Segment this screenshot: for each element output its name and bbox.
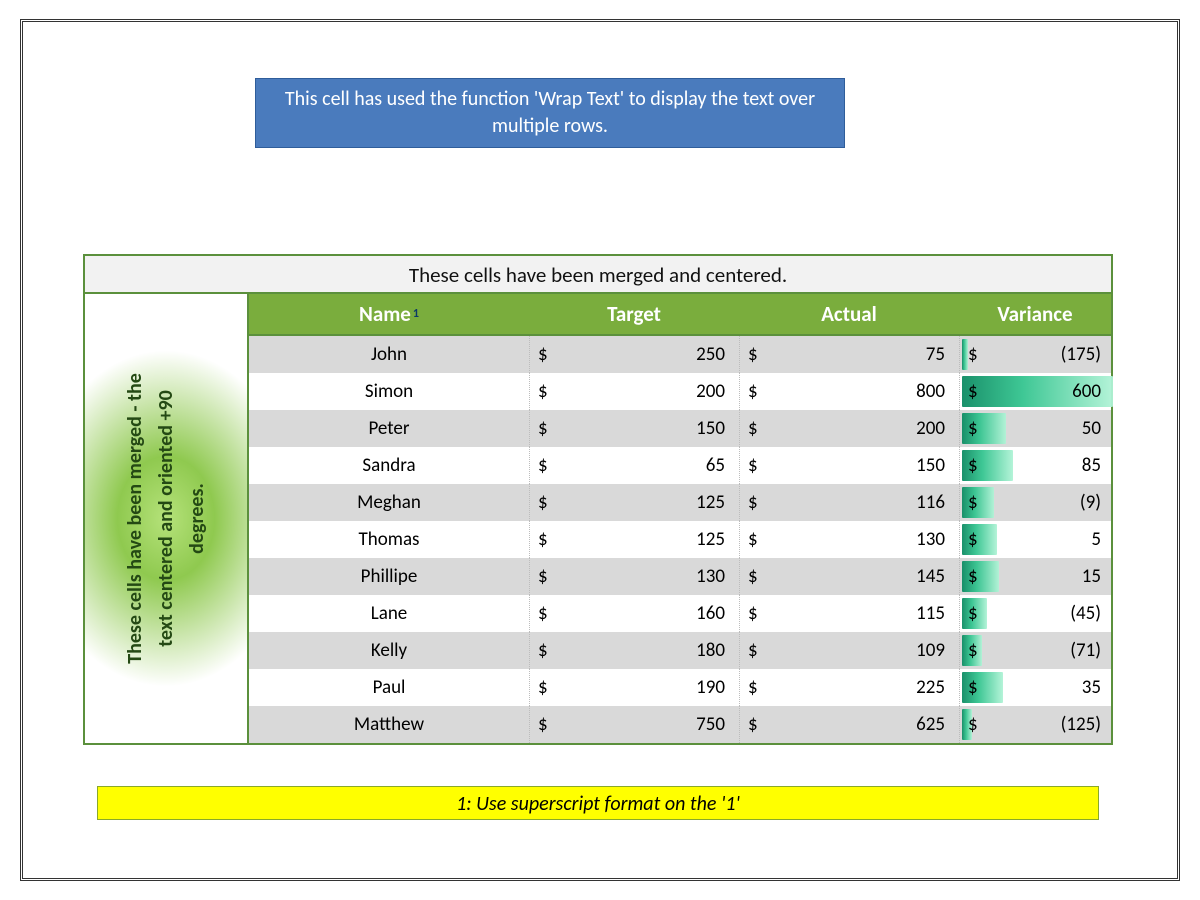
cell-actual[interactable]: $109 — [739, 632, 959, 669]
table-body: Name1 Target Actual Variance John$250$75… — [249, 294, 1111, 743]
header-name: Name1 — [249, 294, 529, 334]
header-name-label: Name — [359, 301, 411, 327]
table-row[interactable]: Kelly$180$109$(71) — [249, 632, 1111, 669]
cell-target[interactable]: $160 — [529, 595, 739, 632]
cell-name[interactable]: Meghan — [249, 484, 529, 521]
cell-variance[interactable]: $(71) — [959, 632, 1111, 669]
cell-target[interactable]: $125 — [529, 521, 739, 558]
header-name-superscript: 1 — [413, 307, 419, 321]
cell-variance[interactable]: $35 — [959, 669, 1111, 706]
cell-actual[interactable]: $625 — [739, 706, 959, 743]
cell-variance[interactable]: $85 — [959, 447, 1111, 484]
cell-target[interactable]: $750 — [529, 706, 739, 743]
cell-name[interactable]: John — [249, 336, 529, 373]
table-row[interactable]: Paul$190$225$35 — [249, 669, 1111, 706]
cell-name[interactable]: Matthew — [249, 706, 529, 743]
rotated-merged-cell-text: These cells have been merged - thetext c… — [120, 373, 213, 664]
cell-variance[interactable]: $50 — [959, 410, 1111, 447]
merged-centered-cell: These cells have been merged and centere… — [85, 256, 1111, 294]
table-row[interactable]: Simon$200$800$600 — [249, 373, 1111, 410]
table-header-row: Name1 Target Actual Variance — [249, 294, 1111, 336]
table-row[interactable]: John$250$75$(175) — [249, 336, 1111, 373]
footnote-text: 1: Use superscript format on the '1' — [456, 792, 740, 816]
footnote-cell: 1: Use superscript format on the '1' — [97, 786, 1099, 820]
cell-actual[interactable]: $130 — [739, 521, 959, 558]
header-target: Target — [529, 294, 739, 334]
table-row[interactable]: Lane$160$115$(45) — [249, 595, 1111, 632]
cell-actual[interactable]: $200 — [739, 410, 959, 447]
table-row[interactable]: Matthew$750$625$(125) — [249, 706, 1111, 743]
header-actual: Actual — [739, 294, 959, 334]
cell-variance[interactable]: $15 — [959, 558, 1111, 595]
cell-actual[interactable]: $116 — [739, 484, 959, 521]
cell-name[interactable]: Phillipe — [249, 558, 529, 595]
cell-variance[interactable]: $(125) — [959, 706, 1111, 743]
table-row[interactable]: Thomas$125$130$5 — [249, 521, 1111, 558]
cell-target[interactable]: $150 — [529, 410, 739, 447]
cell-name[interactable]: Sandra — [249, 447, 529, 484]
cell-name[interactable]: Thomas — [249, 521, 529, 558]
cell-variance[interactable]: $(45) — [959, 595, 1111, 632]
header-target-label: Target — [607, 301, 661, 327]
cell-actual[interactable]: $75 — [739, 336, 959, 373]
cell-target[interactable]: $130 — [529, 558, 739, 595]
cell-name[interactable]: Paul — [249, 669, 529, 706]
cell-variance[interactable]: $5 — [959, 521, 1111, 558]
cell-target[interactable]: $125 — [529, 484, 739, 521]
cell-actual[interactable]: $225 — [739, 669, 959, 706]
cell-target[interactable]: $180 — [529, 632, 739, 669]
cell-actual[interactable]: $800 — [739, 373, 959, 410]
cell-name[interactable]: Lane — [249, 595, 529, 632]
cell-target[interactable]: $190 — [529, 669, 739, 706]
cell-name[interactable]: Kelly — [249, 632, 529, 669]
cell-actual[interactable]: $115 — [739, 595, 959, 632]
merged-centered-cell-text: These cells have been merged and centere… — [409, 262, 787, 288]
table-row[interactable]: Peter$150$200$50 — [249, 410, 1111, 447]
cell-target[interactable]: $250 — [529, 336, 739, 373]
cell-name[interactable]: Peter — [249, 410, 529, 447]
header-variance: Variance — [959, 294, 1111, 334]
cell-variance[interactable]: $(9) — [959, 484, 1111, 521]
cell-target[interactable]: $200 — [529, 373, 739, 410]
table-row[interactable]: Phillipe$130$145$15 — [249, 558, 1111, 595]
cell-variance[interactable]: $(175) — [959, 336, 1111, 373]
cell-variance[interactable]: $600 — [959, 373, 1111, 410]
header-actual-label: Actual — [821, 301, 877, 327]
worksheet-frame: This cell has used the function 'Wrap Te… — [20, 19, 1180, 881]
data-rows: John$250$75$(175)Simon$200$800$600Peter$… — [249, 336, 1111, 743]
header-variance-label: Variance — [997, 301, 1072, 327]
wrap-text-cell: This cell has used the function 'Wrap Te… — [255, 78, 845, 148]
cell-target[interactable]: $65 — [529, 447, 739, 484]
table-row[interactable]: Sandra$65$150$85 — [249, 447, 1111, 484]
data-table: These cells have been merged and centere… — [83, 254, 1113, 745]
rotated-merged-cell: These cells have been merged - thetext c… — [85, 294, 249, 743]
cell-name[interactable]: Simon — [249, 373, 529, 410]
table-row[interactable]: Meghan$125$116$(9) — [249, 484, 1111, 521]
cell-actual[interactable]: $145 — [739, 558, 959, 595]
wrap-text-cell-text: This cell has used the function 'Wrap Te… — [270, 86, 830, 140]
cell-actual[interactable]: $150 — [739, 447, 959, 484]
